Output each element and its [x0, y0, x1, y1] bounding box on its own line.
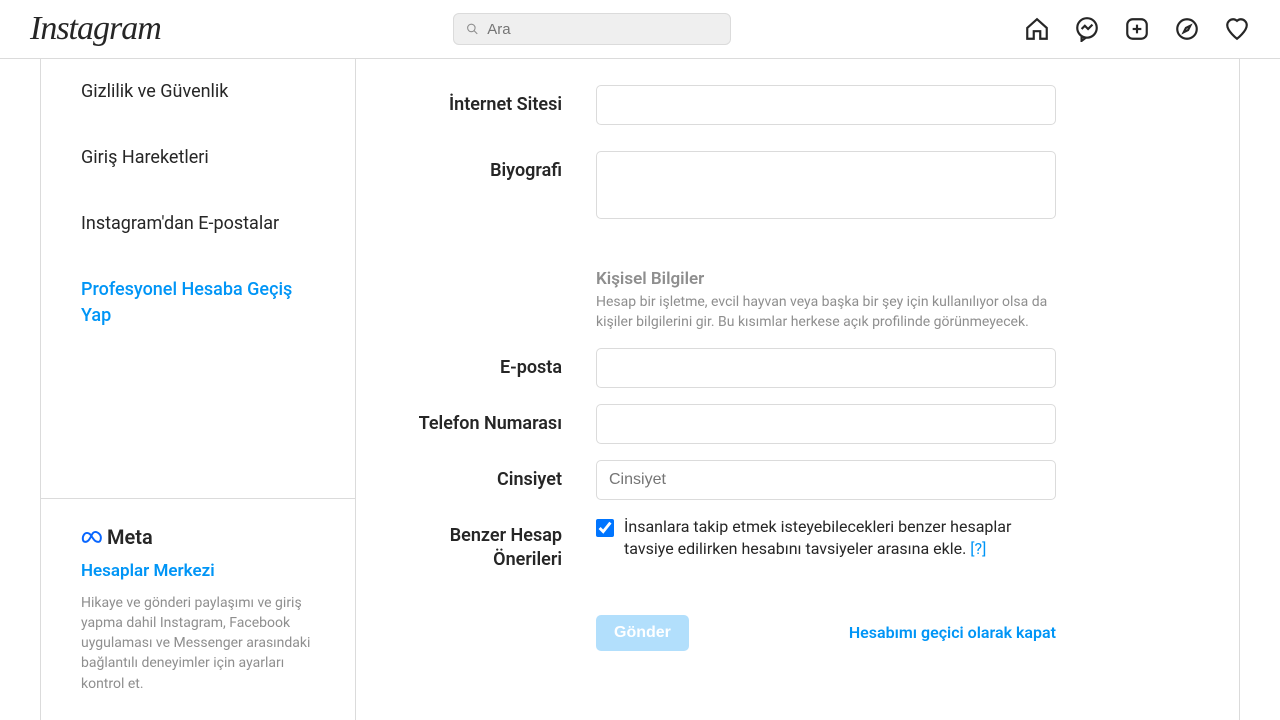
sidebar-item-switch-professional[interactable]: Profesyonel Hesaba Geçiş Yap: [41, 257, 355, 349]
search-icon: [466, 22, 479, 36]
personal-info-section: Kişisel Bilgiler Hesap bir işletme, evci…: [596, 269, 1056, 332]
similar-accounts-checkbox[interactable]: [596, 519, 614, 537]
nav-icons: [1024, 16, 1250, 42]
website-input[interactable]: [596, 85, 1056, 125]
search-box[interactable]: [453, 13, 731, 45]
explore-icon[interactable]: [1174, 16, 1200, 42]
gender-input[interactable]: [596, 460, 1056, 500]
activity-heart-icon[interactable]: [1224, 16, 1250, 42]
similar-accounts-help-link[interactable]: [?]: [970, 539, 986, 558]
phone-label: Telefon Numarası: [396, 404, 596, 435]
meta-logo: Meta: [81, 525, 315, 549]
similar-accounts-text: İnsanlara takip etmek isteyebilecekleri …: [624, 516, 1056, 559]
settings-panel: Gizlilik ve Güvenlik Giriş Hareketleri I…: [40, 59, 1240, 720]
messenger-icon[interactable]: [1074, 16, 1100, 42]
personal-info-title: Kişisel Bilgiler: [596, 269, 1056, 289]
website-label: İnternet Sitesi: [396, 85, 596, 116]
similar-accounts-label: Benzer Hesap Önerileri: [396, 516, 596, 571]
sidebar-item-emails[interactable]: Instagram'dan E-postalar: [41, 191, 355, 257]
settings-sidebar: Gizlilik ve Güvenlik Giriş Hareketleri I…: [41, 59, 356, 720]
meta-title: Hesaplar Merkezi: [81, 561, 315, 581]
personal-info-desc: Hesap bir işletme, evcil hayvan veya baş…: [596, 293, 1056, 332]
gender-label: Cinsiyet: [396, 460, 596, 491]
bio-textarea[interactable]: [596, 151, 1056, 219]
submit-button[interactable]: Gönder: [596, 615, 689, 651]
disable-account-link[interactable]: Hesabımı geçici olarak kapat: [849, 623, 1056, 642]
top-navigation-bar: Instagram: [0, 0, 1280, 59]
search-input[interactable]: [487, 21, 718, 38]
bio-label: Biyografi: [396, 151, 596, 182]
email-label: E-posta: [396, 348, 596, 379]
sidebar-item-login-activity[interactable]: Giriş Hareketleri: [41, 125, 355, 191]
instagram-logo[interactable]: Instagram: [30, 10, 161, 48]
meta-infinity-icon: [81, 526, 103, 548]
phone-input[interactable]: [596, 404, 1056, 444]
new-post-icon[interactable]: [1124, 16, 1150, 42]
meta-description: Hikaye ve gönderi paylaşımı ve giriş yap…: [81, 593, 315, 694]
meta-accounts-center[interactable]: Meta Hesaplar Merkezi Hikaye ve gönderi …: [41, 498, 355, 720]
search-wrap: [181, 13, 1004, 45]
form-actions: Gönder Hesabımı geçici olarak kapat: [596, 615, 1056, 651]
edit-profile-form: İnternet Sitesi Biyografi Kişisel Bilgil…: [356, 59, 1239, 720]
home-icon[interactable]: [1024, 16, 1050, 42]
sidebar-item-privacy[interactable]: Gizlilik ve Güvenlik: [41, 59, 355, 125]
email-input[interactable]: [596, 348, 1056, 388]
meta-brand-text: Meta: [107, 525, 153, 549]
